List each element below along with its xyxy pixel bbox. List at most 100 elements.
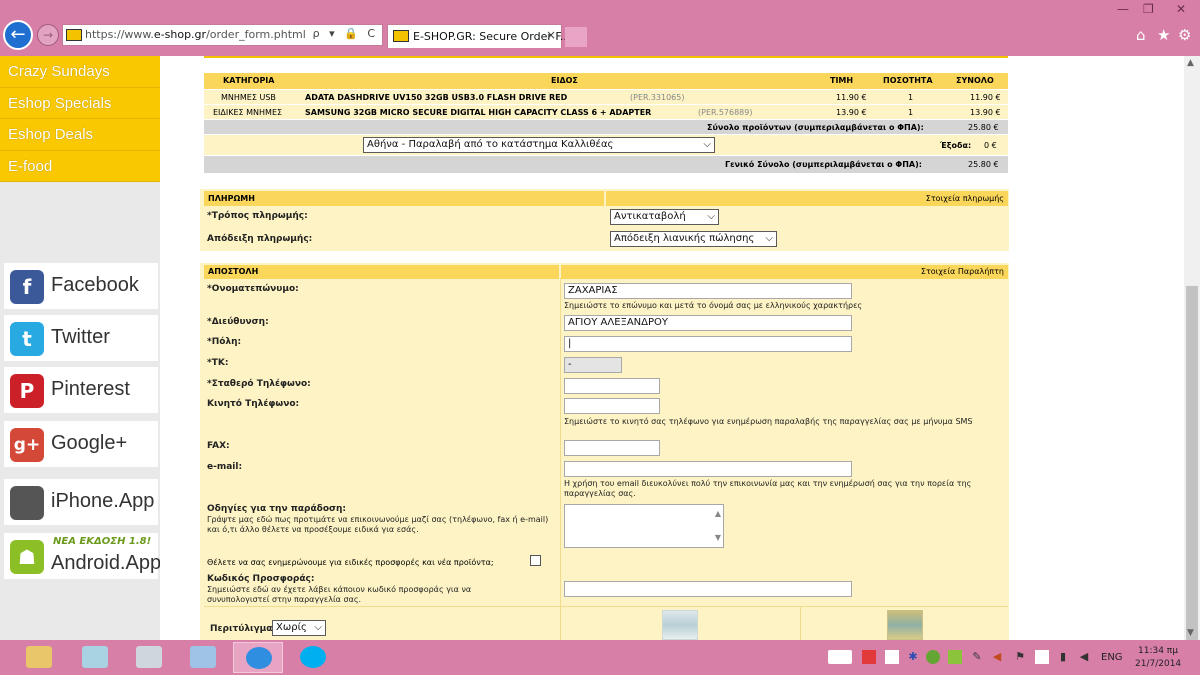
tray-app-icon[interactable] <box>862 650 876 664</box>
shipping-title: ΑΠΟΣΤΟΛΗ <box>208 267 259 276</box>
payment-receipt-value: Απόδειξη λιανικής πώλησης <box>614 233 755 244</box>
maximize-button[interactable]: ❐ <box>1143 2 1154 16</box>
tray-pen-icon[interactable]: ✎ <box>970 650 984 664</box>
browser-tab-active[interactable]: E-SHOP.GR: Secure Order F... × <box>387 24 570 48</box>
flag-icon[interactable]: ⚑ <box>1013 650 1027 664</box>
home-icon[interactable]: ⌂ <box>1136 26 1146 44</box>
bluetooth-icon[interactable]: ✱ <box>906 650 920 664</box>
newsletter-label: Θέλετε να σας ενημερώνουμε για ειδικές π… <box>207 558 494 567</box>
menu-eshop-deals[interactable]: Eshop Deals <box>0 119 160 151</box>
taskbar-internet-explorer[interactable] <box>233 642 283 673</box>
subtotal-label: Σύνολο προϊόντων (συμπεριλαμβάνεται ο ΦΠ… <box>707 123 924 132</box>
back-button[interactable]: ← <box>3 20 33 50</box>
taskbar-calculator[interactable] <box>124 642 174 673</box>
browser-chrome: ← → https://www.e-shop.gr/order_form.pht… <box>0 0 1200 56</box>
shipping-method-select[interactable]: Αθήνα - Παραλαβή από το κατάστημα Καλλιθ… <box>363 137 715 153</box>
close-window-button[interactable]: ✕ <box>1176 2 1186 16</box>
row-product-name[interactable]: SAMSUNG 32GB MICRO SECURE DIGITAL HIGH C… <box>305 108 651 117</box>
internet-explorer-icon <box>246 647 272 669</box>
notes-icon <box>190 646 216 668</box>
menu-e-food[interactable]: E-food <box>0 150 160 182</box>
page-scrollbar[interactable]: ▲ ▼ <box>1184 56 1200 656</box>
address-controls[interactable]: ρ ▾ 🔒 C <box>313 27 378 40</box>
shipping-method-value: Αθήνα - Παραλαβή από το κατάστημα Καλλιθ… <box>367 139 614 150</box>
forward-button[interactable]: → <box>37 24 59 46</box>
chevron-down-icon: ⌵ <box>703 139 711 150</box>
grand-total-value: 25.80 € <box>968 160 999 169</box>
iphone-app-link[interactable]: iPhone.App <box>4 479 158 525</box>
payment-receipt-select[interactable]: Απόδειξη λιανικής πώλησης ⌵ <box>610 231 777 247</box>
volume-icon[interactable]: ◀ <box>1077 650 1091 664</box>
menu-crazy-sundays[interactable]: Crazy Sundays <box>0 56 160 88</box>
language-indicator[interactable]: ENG <box>1101 652 1123 663</box>
delivery-textarea[interactable]: ▲ ▼ <box>564 504 724 548</box>
address-label: *Διεύθυνση: <box>207 317 269 327</box>
pinterest-icon: P <box>10 374 44 408</box>
pinterest-link[interactable]: P Pinterest <box>4 367 158 413</box>
folder-icon <box>26 646 52 668</box>
battery-icon[interactable] <box>1035 650 1049 664</box>
wrap-select[interactable]: Χωρίς ⌵ <box>272 620 326 636</box>
menu-eshop-specials[interactable]: Eshop Specials <box>0 87 160 119</box>
favorites-star-icon[interactable]: ★ <box>1157 26 1170 44</box>
mobile-label: Κινητό Τηλέφωνο: <box>207 399 300 409</box>
twitter-label: Twitter <box>51 326 110 348</box>
apple-icon <box>10 486 44 520</box>
wrap-plain-thumbnail[interactable] <box>662 610 698 640</box>
payment-title: ΠΛΗΡΩΜΗ <box>208 194 255 203</box>
payment-method-select[interactable]: Αντικαταβολή ⌵ <box>610 209 719 225</box>
google-plus-icon: g+ <box>10 428 44 462</box>
promo-input[interactable] <box>564 581 852 597</box>
taskbar-notes[interactable] <box>178 642 228 673</box>
row-product-name[interactable]: ADATA DASHDRIVE UV150 32GB USB3.0 FLASH … <box>305 93 567 102</box>
zip-input[interactable]: - <box>564 357 622 373</box>
minimize-button[interactable]: — <box>1117 2 1129 16</box>
mobile-hint: Σημειώστε το κινητό σας τηλέφωνο για ενη… <box>564 417 973 426</box>
tray-green-icon[interactable] <box>926 650 940 664</box>
name-input[interactable]: ΖΑΧΑΡΙΑΣ <box>564 283 852 299</box>
grand-total-row: Γενικό Σύνολο (συμπεριλαμβάνεται ο ΦΠΑ):… <box>204 156 1008 173</box>
email-input[interactable] <box>564 461 852 477</box>
address-bar[interactable]: https://www.e-shop.gr/order_form.phtml ρ… <box>62 24 383 46</box>
subtotal-row: Σύνολο προϊόντων (συμπεριλαμβάνεται ο ΦΠ… <box>204 120 1008 134</box>
wifi-icon[interactable]: ▮ <box>1056 650 1070 664</box>
newsletter-checkbox[interactable] <box>530 555 541 566</box>
shipping-method-row: Αθήνα - Παραλαβή από το κατάστημα Καλλιθ… <box>204 135 1008 155</box>
payment-header: ΠΛΗΡΩΜΗ <box>204 191 604 206</box>
tray-media-icon[interactable]: ◀ <box>990 650 1004 664</box>
clock-date[interactable]: 21/7/2014 <box>1135 659 1181 669</box>
row-price: 11.90 € <box>836 93 867 102</box>
taskbar-file-explorer[interactable] <box>14 642 64 673</box>
settings-gear-icon[interactable]: ⚙ <box>1178 26 1191 44</box>
address-input[interactable]: ΑΓΙΟΥ ΑΛΕΞΑΝΔΡΟΥ <box>564 315 852 331</box>
android-icon: ☗ <box>10 540 44 574</box>
google-plus-link[interactable]: g+ Google+ <box>4 421 158 467</box>
city-input[interactable]: | <box>564 336 852 352</box>
new-tab-button[interactable] <box>565 27 587 47</box>
tray-antivirus-icon[interactable] <box>948 650 962 664</box>
tray-window-icon[interactable] <box>885 650 899 664</box>
tab-close-icon[interactable]: × <box>546 28 556 42</box>
scroll-down-icon[interactable]: ▼ <box>1187 628 1194 638</box>
twitter-link[interactable]: t Twitter <box>4 315 158 361</box>
scroll-up-icon[interactable]: ▲ <box>1187 58 1194 68</box>
mobile-input[interactable] <box>564 398 660 414</box>
keyboard-icon[interactable] <box>828 650 852 664</box>
facebook-label: Facebook <box>51 274 139 296</box>
scrollbar-thumb[interactable] <box>1186 286 1198 656</box>
grand-total-label: Γενικό Σύνολο (συμπεριλαμβάνεται ο ΦΠΑ): <box>725 160 922 169</box>
wrap-value: Χωρίς <box>276 622 307 633</box>
payment-method-value: Αντικαταβολή <box>614 211 686 222</box>
windows-taskbar: ✱ ✎ ◀ ⚑ ▮ ◀ ENG 11:34 πμ 21/7/2014 <box>0 640 1200 675</box>
clock-time[interactable]: 11:34 πμ <box>1138 646 1178 656</box>
email-label: e-mail: <box>207 462 243 472</box>
android-app-link[interactable]: ☗ ΝΕΑ ΕΚΔΟΣΗ 1.8! Android.App <box>4 533 161 579</box>
col-quantity: ΠΟΣΟΤΗΤΑ <box>883 76 933 85</box>
iphone-app-label: iPhone.App <box>51 490 155 512</box>
fax-input[interactable] <box>564 440 660 456</box>
phone-input[interactable] <box>564 378 660 394</box>
taskbar-skype[interactable] <box>288 642 338 673</box>
taskbar-photos[interactable] <box>70 642 120 673</box>
wrap-gift-thumbnail[interactable] <box>887 610 923 640</box>
facebook-link[interactable]: f Facebook <box>4 263 158 309</box>
